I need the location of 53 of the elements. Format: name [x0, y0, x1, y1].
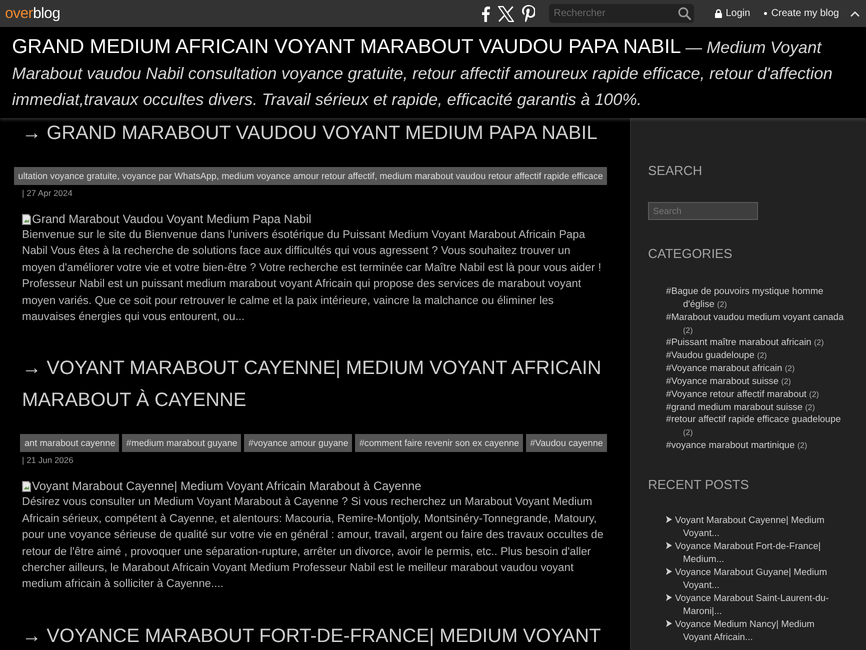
image-alt-text: Voyant Marabout Cayenne| Medium Voyant Africain Marabout à Cayenne [32, 479, 422, 494]
dot-icon [764, 12, 768, 15]
widget-heading: SEARCH [648, 162, 702, 180]
category-link[interactable]: #retour affectif rapide efficace guadeloupe (2) [666, 413, 848, 440]
widget-heading: CATEGORIES [648, 245, 732, 263]
lock-icon [714, 9, 722, 18]
pinterest-icon[interactable] [522, 5, 535, 22]
post-excerpt: Désirez vous consulter un Medium Voyant Marabout à Cayenne ? Si vous recherchez un Marabout Voyant Medium Africain sérieux, compétent à Cayenne, et alentours: Macouria, Remire-Montjoly, Montsinéry-Tonnegrande, Matoury, pour une voyance sérieuse de qualité sur votre vie en général : amour, travail, argent ou faire des travaux occultes de retour de l'être aimé , provoquer une séparation-rupture, arrêter un divorce, avoir le permis, etc.. Plus besoin d'aller chercher ailleurs, le Marabout Africain Voyant Medium Professeur Nabil est le meilleur marabout vaudou voyant medium africain à solliciter à Cayenne.... [21, 495, 604, 592]
broken-image-icon [22, 214, 31, 224]
site-logo[interactable]: overblog [5, 4, 60, 22]
category-link[interactable]: #voyance marabout martinique (2) [666, 439, 848, 452]
search-icon[interactable] [678, 7, 691, 20]
create-blog-link[interactable]: Create my blog [764, 8, 839, 19]
pointer-icon [666, 620, 672, 627]
category-link[interactable]: #Voyance marabout suisse (2) [666, 374, 848, 388]
blog-heading: GRAND MEDIUM AFRICAIN VOYANT MARABOUT VAUDOU PAPA NABIL — Medium Voyant Marabout vaudou Nabil consultation voyance gratuite, retour affectif amoureux rapide efficace, retour d'affection immediat,travaux occultes divers. Travail sérieux et rapide, efficacité garantis à 100%. [12, 35, 834, 111]
tag-link[interactable]: #voyance amour guyane [244, 434, 352, 452]
pointer-icon [666, 542, 672, 549]
tag-link[interactable]: #Vaudou cayenne [526, 434, 607, 452]
post-title[interactable]: → VOYANCE MARABOUT FORT-DE-FRANCE| MEDIUM VOYANT [0, 620, 630, 650]
login-link[interactable]: Login [714, 8, 750, 19]
category-link[interactable]: #Puissant maître marabout africain (2) [666, 336, 848, 350]
tag-link[interactable]: ultation voyance gratuite, voyance par WhatsApp, medium voyance amour retour affectif, medium marabout vaudou retour affectif rapide efficace [14, 167, 607, 185]
pointer-icon [666, 568, 672, 575]
recent-post-link[interactable]: Voyant Marabout Cayenne| Medium Voyant... [666, 512, 842, 539]
category-link[interactable]: #Marabout vaudou medium voyant canada (2) [666, 310, 848, 336]
category-link[interactable]: #Vaudou guadeloupe (2) [666, 349, 848, 362]
search-field[interactable]: Rechercher [548, 4, 694, 23]
category-link[interactable]: #Bague de pouvoirs mystique homme d'église (2) [666, 285, 848, 311]
tag-link[interactable]: #medium marabout guyane [122, 434, 242, 452]
broken-image-icon [22, 480, 31, 492]
facebook-icon[interactable] [480, 6, 490, 22]
post-title[interactable]: → VOYANT MARABOUT CAYENNE| MEDIUM VOYANT AFRICAIN MARABOUT À CAYENNE [0, 353, 630, 418]
category-link[interactable]: #Voyance marabout africain (2) [666, 362, 848, 375]
x-logo-icon[interactable] [498, 6, 514, 22]
category-link[interactable]: #grand medium marabout suisse (2) [666, 400, 848, 414]
recent-post-link[interactable]: Voyance Marabout Fort-de-France| Medium... [666, 538, 842, 565]
pointer-icon [666, 594, 672, 601]
chevron-up-icon[interactable] [850, 10, 860, 16]
post-title[interactable]: → GRAND MARABOUT VAUDOU VOYANT MEDIUM PAPA NABIL [0, 118, 630, 150]
tag-link[interactable]: #comment faire revenir son ex cayenne [355, 434, 524, 452]
widget-heading: RECENT POSTS [648, 476, 749, 494]
post-date: | 27 Apr 2024 [22, 187, 72, 199]
post-date: | 21 Jun 2026 [22, 454, 74, 466]
tag-link[interactable]: ant marabout cayenne [20, 434, 120, 452]
post-excerpt: Bienvenue sur le site du Bienvenue dans l'univers ésotérique du Puissant Medium Voyant Marabout Africain Papa Nabil Vous êtes à la recherche de solutions face aux difficultés qui vous agressent ? Vous souhaitez trouver un moyen d'améliorer votre vie et votre bien-être ? Votre recherche est terminée car Maître Nabil est là pour vous aider ! Professeur Nabil est un puissant medium marabout voyant Africain qui propose des services de marabout voyant moyen variés. Que ce soit pour retrouver le calme et la paix intérieure, vaincre la malchance ou éliminer les mauvaises énergies qui vous entourent, ou... [21, 228, 602, 326]
recent-post-link[interactable]: Voyance Marabout Saint-Laurent-du-Maroni|... [666, 590, 842, 617]
recent-post-link[interactable]: Voyance Medium Nancy| Medium Voyant Africain... [666, 616, 842, 643]
search-field[interactable]: Search [648, 202, 758, 220]
recent-post-link[interactable]: Voyance Marabout Guyane| Medium Voyant... [666, 564, 842, 591]
pointer-icon [666, 516, 672, 523]
image-alt-text: Grand Marabout Vaudou Voyant Medium Papa Nabil [32, 212, 312, 226]
category-link[interactable]: #Voyance retour affectif marabout (2) [666, 388, 848, 401]
